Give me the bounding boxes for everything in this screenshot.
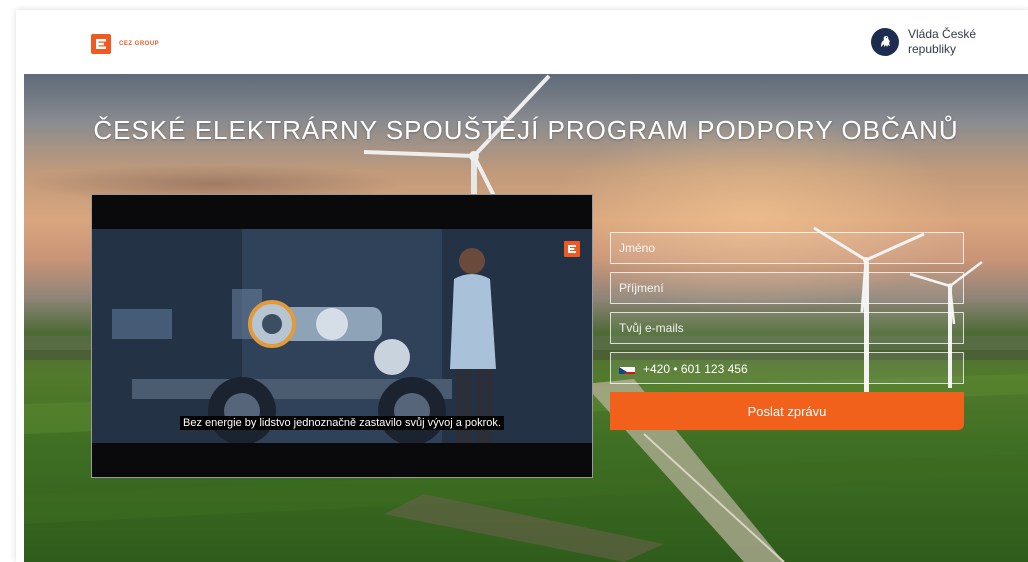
- video-subtitle-text: Bez energie by lidstvo jednoznačně zasta…: [180, 416, 504, 430]
- first-name-input[interactable]: [611, 233, 963, 263]
- government-label: Vláda České republiky: [908, 27, 998, 57]
- phone-input[interactable]: +420 • 601 123 456: [643, 353, 748, 385]
- send-message-button[interactable]: Poslat zprávu: [610, 392, 964, 430]
- first-name-field[interactable]: [610, 232, 964, 264]
- government-label-line2: republiky: [908, 42, 957, 56]
- lion-emblem-icon: [871, 28, 899, 56]
- header: CEZ GROUP Vláda České republiky: [16, 10, 1028, 74]
- cez-logo[interactable]: CEZ GROUP: [91, 34, 159, 54]
- last-name-input[interactable]: [611, 273, 963, 303]
- contact-form: +420 • 601 123 456 Poslat zprávu: [610, 232, 964, 430]
- government-badge[interactable]: Vláda České republiky: [871, 27, 998, 57]
- phone-field[interactable]: +420 • 601 123 456: [610, 352, 964, 384]
- hero-title: ČESKÉ ELEKTRÁRNY SPOUŠTĚJÍ PROGRAM PODPO…: [93, 115, 959, 146]
- cez-video-badge-icon: [564, 241, 580, 257]
- logo-text: CEZ GROUP: [119, 41, 160, 47]
- government-label-line1: Vláda České: [908, 27, 977, 41]
- email-field[interactable]: [610, 312, 964, 344]
- page: CEZ GROUP Vláda České republiky ČESKÉ EL…: [16, 10, 1028, 562]
- email-input[interactable]: [611, 313, 963, 343]
- video-scene-illustration: [92, 229, 592, 443]
- video-subtitle: Bez energie by lidstvo jednoznačně zasta…: [92, 413, 592, 431]
- video-player[interactable]: Bez energie by lidstvo jednoznačně zasta…: [91, 194, 593, 478]
- hero-section: ČESKÉ ELEKTRÁRNY SPOUŠTĚJÍ PROGRAM PODPO…: [24, 74, 1028, 562]
- cez-logo-icon: [91, 34, 111, 54]
- czech-flag-icon[interactable]: [619, 364, 635, 374]
- video-frame: [92, 229, 592, 443]
- last-name-field[interactable]: [610, 272, 964, 304]
